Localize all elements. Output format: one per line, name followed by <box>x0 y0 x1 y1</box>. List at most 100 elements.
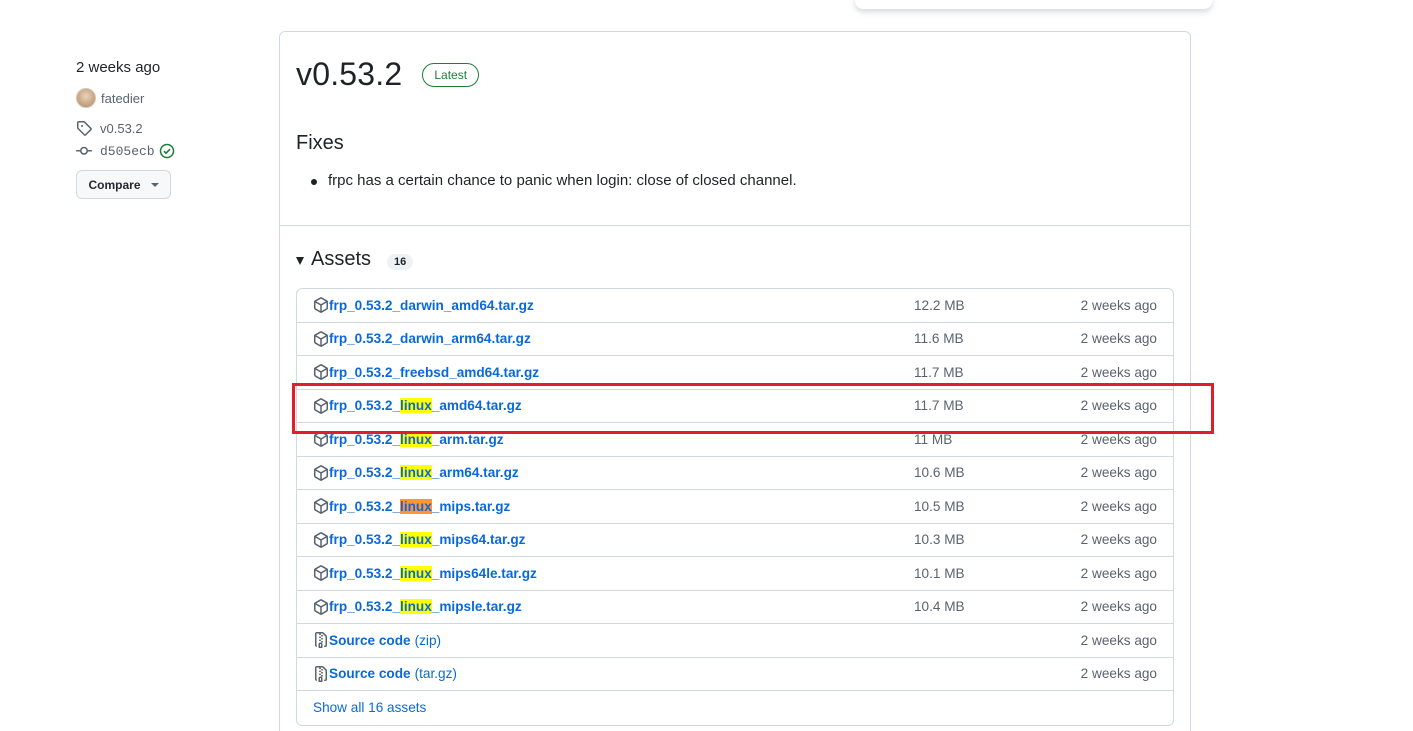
asset-date: 2 weeks ago <box>1080 498 1157 514</box>
asset-size: 10.3 MB <box>914 532 965 548</box>
asset-link[interactable]: frp_0.53.2_linux_mipsle.tar.gz <box>329 599 522 615</box>
asset-date: 2 weeks ago <box>1080 364 1157 380</box>
asset-link[interactable]: frp_0.53.2_linux_amd64.tar.gz <box>329 398 522 414</box>
search-highlight: linux <box>400 431 432 447</box>
asset-date: 2 weeks ago <box>1080 431 1157 447</box>
package-icon <box>313 531 329 548</box>
compare-button[interactable]: Compare <box>76 170 171 199</box>
asset-date: 2 weeks ago <box>1080 565 1157 581</box>
asset-date: 2 weeks ago <box>1080 532 1157 548</box>
package-icon <box>313 598 329 615</box>
asset-name-part: frp_0.53.2_ <box>329 398 401 414</box>
asset-size: 11.7 MB <box>914 364 964 380</box>
file-zip-icon <box>313 632 329 648</box>
file-zip-icon <box>313 665 329 682</box>
asset-name-part: frp_0.53.2_ <box>329 565 401 581</box>
asset-date: 2 weeks ago <box>1080 331 1157 347</box>
asset-name-part: frp_0.53.2_ <box>329 431 401 447</box>
asset-name-part: _mips.tar.gz <box>431 498 511 514</box>
package-icon <box>313 431 329 447</box>
asset-row: frp_0.53.2_linux_amd64.tar.gz 11.7 MB 2 we… <box>297 390 1173 423</box>
compare-label: Compare <box>88 177 141 192</box>
search-highlight: linux <box>400 465 432 481</box>
tag-icon <box>77 121 92 136</box>
asset-link[interactable]: frp_0.53.2_darwin_amd64.tar.gz <box>329 298 534 313</box>
asset-name-part: _amd64.tar.gz <box>431 398 522 414</box>
asset-row: frp_0.53.2_linux_arm.tar.gz 11 MB 2 weeks … <box>297 423 1173 457</box>
package-icon <box>313 297 329 313</box>
package-icon <box>313 565 329 581</box>
search-highlight: linux <box>400 565 432 581</box>
fixes-list: frpc has a certain chance to panic when … <box>311 172 797 189</box>
asset-suffix: (zip) <box>414 632 442 648</box>
asset-size: 11.6 MB <box>914 331 964 347</box>
commit-link[interactable]: d505ecb <box>76 141 256 161</box>
search-highlight: linux <box>400 599 432 615</box>
asset-row: frp_0.53.2_linux_mips64.tar.gz 10.3 MB 2 w… <box>297 524 1173 557</box>
assets-list: frp_0.53.2_darwin_amd64.tar.gz 12.2 MB 2 w… <box>296 288 1174 726</box>
asset-name-part: Source code <box>329 632 411 648</box>
package-icon <box>313 330 329 347</box>
asset-link[interactable]: frp_0.53.2_linux_mips64.tar.gz <box>329 532 525 548</box>
divider <box>280 225 1190 226</box>
package-icon <box>313 498 329 514</box>
package-icon <box>313 464 329 481</box>
asset-name-part: _mips64le.tar.gz <box>431 565 537 581</box>
triangle-down-icon <box>296 256 304 265</box>
asset-link[interactable]: frp_0.53.2_freebsd_amd64.tar.gz <box>329 365 539 380</box>
asset-name-part: frp_0.53.2_freebsd_amd64.tar.gz <box>329 364 540 380</box>
asset-link[interactable]: Source code (tar.gz) <box>329 666 457 681</box>
chevron-down-icon <box>150 182 159 187</box>
show-all-row: Show all 16 assets <box>297 691 1173 725</box>
asset-name-part: frp_0.53.2_darwin_amd64.tar.gz <box>329 297 534 313</box>
tag-name: v0.53.2 <box>100 120 143 136</box>
release-title[interactable]: v0.53.2 <box>296 56 402 93</box>
asset-name-part: _arm.tar.gz <box>431 431 504 447</box>
asset-suffix: (tar.gz) <box>414 666 457 682</box>
verified-check-icon[interactable] <box>159 143 175 159</box>
assets-toggle[interactable]: Assets 16 <box>296 248 414 271</box>
fixes-heading: Fixes <box>296 132 344 154</box>
search-highlight: linux <box>400 532 432 548</box>
asset-name-part: frp_0.53.2_ <box>329 532 401 548</box>
asset-date: 2 weeks ago <box>1080 398 1157 414</box>
asset-link[interactable]: frp_0.53.2_linux_mips64le.tar.gz <box>329 565 537 581</box>
asset-size: 10.6 MB <box>914 465 965 481</box>
asset-size: 11 MB <box>914 431 953 447</box>
search-highlight: linux <box>400 498 432 514</box>
asset-date: 2 weeks ago <box>1080 465 1157 481</box>
asset-name-part: _arm64.tar.gz <box>431 465 519 481</box>
asset-link[interactable]: frp_0.53.2_darwin_arm64.tar.gz <box>329 331 531 346</box>
asset-link[interactable]: Source code (zip) <box>329 633 441 648</box>
asset-row: frp_0.53.2_darwin_amd64.tar.gz 12.2 MB 2 w… <box>297 289 1173 323</box>
asset-size: 10.4 MB <box>914 599 965 615</box>
show-all-assets-link[interactable]: Show all 16 assets <box>313 700 426 715</box>
release-sidebar: 2 weeks ago fatedier v0.53.2 d505ecb Com… <box>76 58 256 199</box>
asset-row: frp_0.53.2_freebsd_amd64.tar.gz 11.7 MB 2 … <box>297 356 1173 390</box>
asset-name-part: Source code <box>329 666 411 682</box>
asset-link[interactable]: frp_0.53.2_linux_mips.tar.gz <box>329 498 511 514</box>
asset-size: 10.1 MB <box>914 565 965 581</box>
commit-sha: d505ecb <box>100 143 155 159</box>
assets-count-badge: 16 <box>387 253 414 270</box>
tag-link[interactable]: v0.53.2 <box>76 118 256 138</box>
asset-date: 2 weeks ago <box>1080 666 1157 682</box>
asset-name-part: frp_0.53.2_darwin_arm64.tar.gz <box>329 331 531 347</box>
fix-item: frpc has a certain chance to panic when … <box>311 172 797 189</box>
asset-link[interactable]: frp_0.53.2_linux_arm.tar.gz <box>329 431 504 447</box>
asset-row: Source code (tar.gz) 2 weeks ago <box>297 658 1173 691</box>
asset-name-part: frp_0.53.2_ <box>329 498 401 514</box>
asset-name-part: frp_0.53.2_ <box>329 599 401 615</box>
package-icon <box>313 397 329 414</box>
asset-size: 12.2 MB <box>914 297 965 313</box>
asset-size: 11.7 MB <box>914 398 964 414</box>
author-link[interactable]: fatedier <box>76 88 256 108</box>
asset-row: Source code (zip) 2 weeks ago <box>297 624 1173 658</box>
dropdown-popover-edge <box>855 0 1212 9</box>
asset-name-part: frp_0.53.2_ <box>329 465 401 481</box>
asset-row: frp_0.53.2_linux_arm64.tar.gz 10.6 MB 2 we… <box>297 457 1173 490</box>
latest-badge: Latest <box>422 62 480 87</box>
package-icon <box>313 364 329 380</box>
author-name: fatedier <box>101 90 145 106</box>
asset-link[interactable]: frp_0.53.2_linux_arm64.tar.gz <box>329 465 519 481</box>
